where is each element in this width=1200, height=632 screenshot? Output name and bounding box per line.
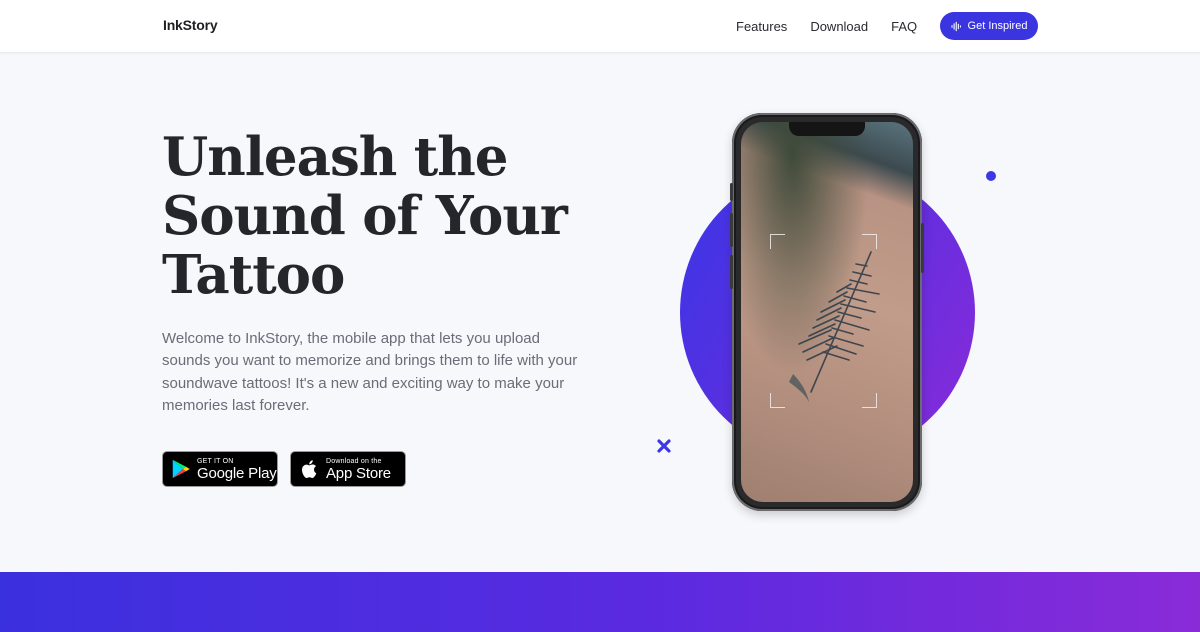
app-store-big-text: App Store: [326, 464, 391, 482]
hero-description: Welcome to InkStory, the mobile app that…: [162, 330, 578, 414]
dot-decoration: [986, 171, 996, 181]
store-buttons: GET IT ON Google Play Download on the Ap…: [162, 451, 406, 487]
get-inspired-button[interactable]: Get Inspired: [940, 12, 1038, 40]
apple-icon: [302, 460, 317, 478]
phone-screen-tattoo-image: [741, 122, 913, 502]
phone-volume-up-button: [730, 213, 733, 247]
app-store-button[interactable]: Download on the App Store: [290, 451, 406, 487]
phone-side-button: [730, 183, 733, 201]
get-inspired-label: Get Inspired: [967, 20, 1028, 32]
google-play-button[interactable]: GET IT ON Google Play: [162, 451, 278, 487]
phone-mockup: [730, 113, 924, 511]
gradient-section-band: [0, 572, 1200, 632]
top-navbar: InkStory Features Download FAQ Get Inspi…: [0, 0, 1200, 53]
google-play-icon: [172, 459, 190, 479]
hero-title: Unleash the Sound of Your Tattoo: [162, 126, 568, 306]
brand-logo[interactable]: InkStory: [163, 17, 218, 33]
google-play-big-text: Google Play: [197, 464, 277, 482]
phone-volume-down-button: [730, 255, 733, 289]
soundwave-tattoo-icon: [789, 251, 880, 402]
x-mark-icon: [657, 439, 671, 453]
phone-power-button: [921, 223, 924, 273]
nav-link-download[interactable]: Download: [810, 19, 868, 34]
soundwave-icon: [950, 21, 961, 31]
nav-link-features[interactable]: Features: [736, 19, 787, 34]
app-store-small-text: Download on the: [326, 457, 382, 465]
phone-notch: [789, 122, 865, 136]
nav-link-faq[interactable]: FAQ: [891, 19, 917, 34]
google-play-small-text: GET IT ON: [197, 457, 234, 465]
nav-links: Features Download FAQ: [736, 19, 940, 34]
